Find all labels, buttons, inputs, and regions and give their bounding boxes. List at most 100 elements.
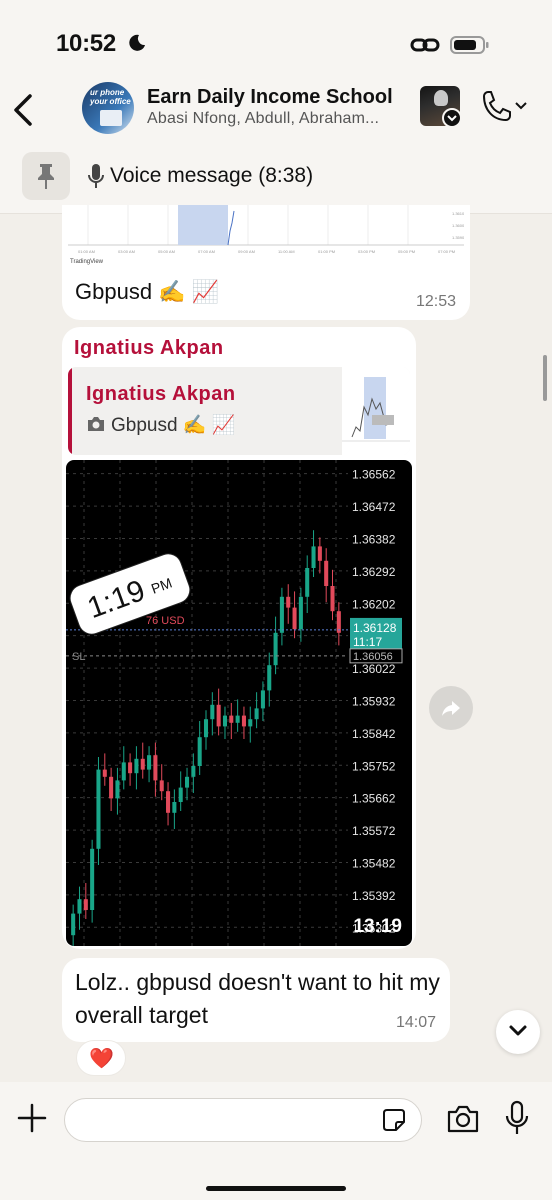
candle-body: [305, 568, 310, 597]
sticker-ampm: PM: [148, 574, 175, 597]
message-timestamp: 12:53: [415, 293, 456, 310]
candle-body: [324, 560, 329, 586]
status-badge: [442, 108, 462, 128]
microphone-icon[interactable]: [504, 1100, 530, 1136]
candle-body: [298, 596, 303, 630]
candlestick-chart: 1.36562 1.36472 1.36382 1.36292 1.36202 1.361…: [66, 460, 403, 946]
forward-button[interactable]: [429, 686, 473, 730]
message-input[interactable]: [64, 1098, 422, 1142]
quoted-image-thumbnail: [342, 367, 410, 455]
price-tick-label: 1.36472: [352, 500, 396, 514]
candle-body: [134, 758, 139, 774]
candle-body: [83, 899, 88, 910]
candle-body: [102, 769, 107, 777]
price-tick-label: 1.36382: [352, 532, 396, 546]
message-bubble[interactable]: 01:00 AM 03:00 AM 05:00 AM 07:00 AM 09:00 AM…: [62, 205, 470, 320]
candle-body: [330, 586, 335, 612]
quote-accent-bar: [68, 367, 72, 455]
plus-icon[interactable]: [16, 1102, 48, 1134]
stop-loss-price: 1.36056: [353, 651, 393, 663]
candle-body: [197, 737, 202, 766]
moon-icon: [129, 34, 145, 51]
scroll-indicator: [543, 355, 547, 401]
svg-text:11:00 AM: 11:00 AM: [278, 249, 295, 254]
position-profit-label: 76 USD: [146, 615, 185, 627]
candle-body: [222, 715, 228, 727]
candle-body: [210, 704, 215, 720]
group-avatar[interactable]: ur phone your office: [82, 82, 134, 134]
candle-body: [191, 766, 196, 777]
price-tick-label: 1.36202: [352, 597, 396, 611]
scroll-to-bottom-button[interactable]: [496, 1010, 540, 1054]
avatar-laptop-graphic: [100, 110, 122, 126]
candle-body: [128, 762, 133, 774]
candle-body: [109, 776, 114, 799]
price-tick-label: 1.36562: [352, 468, 396, 482]
back-chevron-icon[interactable]: [8, 88, 40, 132]
message-bubble[interactable]: Ignatius Akpan Ignatius Akpan Gbpusd ✍️ …: [62, 327, 416, 949]
quoted-text: Gbpusd ✍️ 📈: [111, 415, 236, 436]
candle-body: [115, 780, 120, 799]
candle-body: [203, 719, 209, 738]
message-text: Gbpusd ✍️ 📈: [75, 279, 220, 304]
price-tick-label: 1.35752: [352, 759, 396, 773]
chat-title[interactable]: Earn Daily Income School: [147, 86, 393, 109]
microphone-icon: [88, 164, 104, 188]
svg-text:07:00 PM: 07:00 PM: [438, 249, 455, 254]
message-bubble[interactable]: Lolz.. gbpusd doesn't want to hit my ove…: [62, 958, 450, 1042]
candle-body: [71, 913, 76, 936]
candle-body: [184, 776, 190, 788]
price-tick-label: 1.36292: [352, 565, 396, 579]
candle-body: [178, 787, 183, 802]
tradingview-chart-thumbnail[interactable]: 01:00 AM 03:00 AM 05:00 AM 07:00 AM 09:00 AM…: [68, 205, 464, 267]
svg-text:05:00 PM: 05:00 PM: [398, 249, 415, 254]
candle-body: [147, 755, 152, 770]
svg-text:03:00 PM: 03:00 PM: [358, 249, 375, 254]
battery-icon: [450, 36, 489, 54]
sticker-icon[interactable]: [382, 1108, 406, 1132]
candle-body: [77, 899, 82, 914]
heart-reaction[interactable]: ❤️: [76, 1040, 126, 1076]
countdown-label: 11:17: [353, 635, 382, 649]
candle-body: [166, 791, 171, 813]
candle-body: [279, 596, 284, 633]
svg-text:1.3610: 1.3610: [452, 211, 464, 216]
chat-header: ur phone your office Earn Daily Income S…: [0, 80, 552, 150]
avatar-caption: ur phone your office: [90, 88, 131, 106]
svg-text:03:00 AM: 03:00 AM: [118, 249, 135, 254]
status-bar: 10:52: [0, 0, 552, 80]
pin-icon: [22, 152, 70, 200]
price-tick-label: 1.35842: [352, 727, 396, 741]
candle-body: [317, 546, 322, 561]
candle-body: [96, 769, 101, 849]
svg-text:1.3600: 1.3600: [452, 223, 464, 228]
candle-body: [260, 690, 265, 709]
candle-body: [311, 546, 316, 568]
tradingview-watermark: TradingView: [70, 259, 104, 265]
candle-body: [235, 715, 240, 723]
candle-body: [267, 665, 272, 691]
sender-name[interactable]: Ignatius Akpan: [74, 337, 224, 360]
price-tick-label: 1.35572: [352, 824, 396, 838]
heart-icon: ❤️: [89, 1048, 114, 1070]
svg-text:07:00 AM: 07:00 AM: [198, 249, 215, 254]
candle-body: [273, 632, 278, 666]
chat-members[interactable]: Abasi Nfong, Abdull, Abraham...: [147, 110, 379, 128]
message-timestamp: 14:07: [395, 1014, 436, 1031]
photo-icon: [88, 417, 104, 431]
message-text: Lolz.. gbpusd doesn't want to hit my ove…: [75, 969, 440, 1028]
svg-text:05:00 AM: 05:00 AM: [158, 249, 175, 254]
quoted-reply[interactable]: Ignatius Akpan Gbpusd ✍️ 📈: [68, 367, 410, 455]
candle-body: [90, 848, 95, 910]
price-tick-label: 1.35932: [352, 694, 396, 708]
svg-text:09:00 AM: 09:00 AM: [238, 249, 255, 254]
price-tick-label: 1.35392: [352, 889, 396, 903]
message-timestamp: 13:19: [353, 916, 402, 937]
price-tick-label: 1.36022: [352, 662, 396, 676]
current-price-label: 1.36128: [353, 621, 397, 635]
candle-body: [229, 715, 234, 723]
svg-text:01:00 AM: 01:00 AM: [78, 249, 95, 254]
call-button[interactable]: [478, 90, 528, 124]
trading-chart-image[interactable]: 1.36562 1.36472 1.36382 1.36292 1.36202 1.361…: [66, 460, 412, 946]
camera-icon[interactable]: [446, 1104, 480, 1134]
